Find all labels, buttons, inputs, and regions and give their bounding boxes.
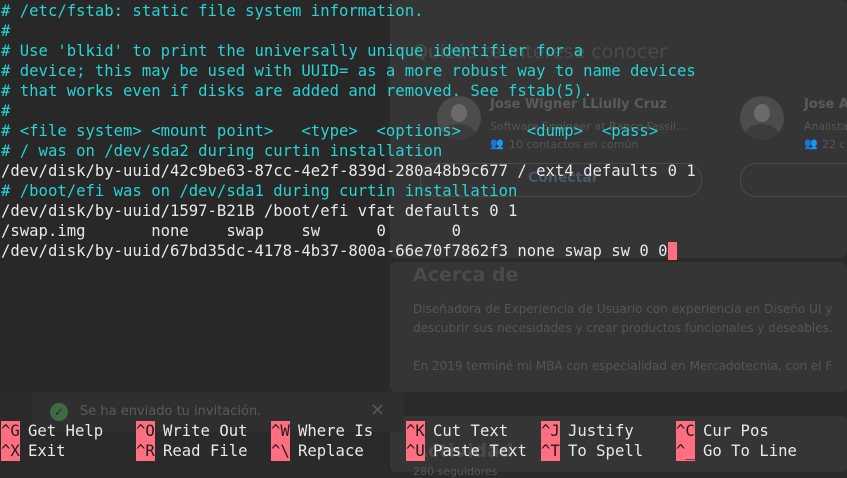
shortcut-key: ^J: [541, 421, 560, 441]
comment-line[interactable]: # / was on /dev/sda2 during curtin insta…: [1, 141, 442, 161]
fstab-entry-line[interactable]: /dev/disk/by-uuid/67bd35dc-4178-4b37-800…: [1, 241, 677, 261]
fstab-entry-line[interactable]: /dev/disk/by-uuid/1597-B21B /boot/efi vf…: [1, 201, 517, 221]
shortcut-label: Write Out: [163, 422, 248, 440]
comment-line[interactable]: # Use 'blkid' to print the universally u…: [1, 41, 583, 61]
comment-line[interactable]: # that works even if disks are added and…: [1, 81, 592, 101]
shortcut-label: Go To Line: [703, 442, 797, 460]
shortcut-key: ^X: [1, 441, 20, 461]
shortcut-label: Get Help: [28, 422, 104, 440]
shortcut-key: ^U: [406, 441, 425, 461]
shortcut-key: ^_: [676, 441, 695, 461]
shortcut-label: Read File: [163, 442, 248, 460]
fstab-entry-line[interactable]: /swap.img none swap sw 0 0: [1, 221, 461, 241]
shortcut-label: Paste Text: [433, 442, 527, 460]
fstab-entry-line[interactable]: /dev/disk/by-uuid/42c9be63-87cc-4e2f-839…: [1, 161, 696, 181]
shortcut-label: Cur Pos: [703, 422, 769, 440]
shortcut-key: ^R: [136, 441, 155, 461]
comment-line[interactable]: #: [1, 21, 10, 41]
shortcut-key: ^G: [1, 421, 20, 441]
shortcut-label: Justify: [568, 422, 634, 440]
shortcut-key: ^K: [406, 421, 425, 441]
shortcut-key: ^T: [541, 441, 560, 461]
comment-line[interactable]: # device; this may be used with UUID= as…: [1, 61, 696, 81]
shortcut-label: Cut Text: [433, 422, 509, 440]
shortcut-label: Replace: [298, 442, 364, 460]
shortcut-label: Exit: [28, 442, 66, 460]
shortcut-label: Where Is: [298, 422, 374, 440]
comment-line[interactable]: # /boot/efi was on /dev/sda1 during curt…: [1, 181, 517, 201]
shortcut-key: ^C: [676, 421, 695, 441]
shortcut-key: ^O: [136, 421, 155, 441]
shortcut-key: ^W: [271, 421, 290, 441]
comment-line[interactable]: #: [1, 101, 10, 121]
comment-line[interactable]: # /etc/fstab: static file system informa…: [1, 1, 423, 21]
shortcut-label: To Spell: [568, 442, 644, 460]
text-cursor: [667, 242, 677, 260]
nano-editor[interactable]: # /etc/fstab: static file system informa…: [0, 0, 847, 472]
comment-line[interactable]: # <file system> <mount point> <type> <op…: [1, 121, 658, 141]
shortcut-key: ^\: [271, 441, 290, 461]
